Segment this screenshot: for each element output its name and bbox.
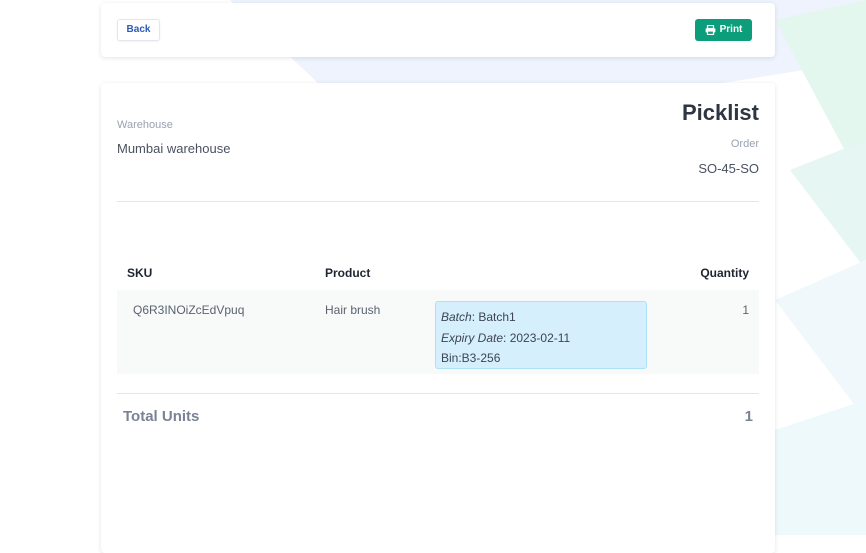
order-value: SO-45-SO <box>698 161 759 176</box>
expiry-value: 2023-02-11 <box>509 330 571 345</box>
back-button[interactable]: Back <box>117 19 160 41</box>
expiry-line: Expiry Date: 2023-02-11 <box>441 330 571 345</box>
product-cell: Hair brush <box>325 303 381 317</box>
totals-divider <box>117 393 759 394</box>
total-units-value: 1 <box>744 408 753 425</box>
batch-label: Batch <box>441 310 472 324</box>
page-title: Picklist <box>681 100 759 125</box>
warehouse-label: Warehouse <box>117 119 173 131</box>
sku-cell: Q6R3INOiZcEdVpuq <box>133 303 245 317</box>
column-header-quantity: Quantity <box>700 266 749 280</box>
printer-icon <box>705 25 716 35</box>
warehouse-value: Mumbai warehouse <box>117 141 231 156</box>
batch-line: Batch: Batch1 <box>441 310 516 324</box>
batch-details-box: Batch: Batch1 Expiry Date: 2023-02-11 Bi… <box>435 301 647 369</box>
print-button[interactable]: Print <box>695 19 752 41</box>
header-divider <box>117 201 759 202</box>
quantity-cell: 1 <box>742 303 749 317</box>
expiry-label: Expiry Date <box>441 330 504 345</box>
print-button-label: Print <box>719 24 743 35</box>
picklist-card: Warehouse Mumbai warehouse Picklist Orde… <box>101 83 775 553</box>
total-units-label: Total Units <box>123 408 200 425</box>
bin-line: Bin:B3-256 <box>441 351 501 365</box>
order-label: Order <box>730 138 759 150</box>
toolbar-card: Back Print <box>101 3 775 57</box>
batch-value: Batch1 <box>478 310 516 324</box>
column-header-sku: SKU <box>127 266 153 280</box>
column-header-product: Product <box>325 266 371 280</box>
